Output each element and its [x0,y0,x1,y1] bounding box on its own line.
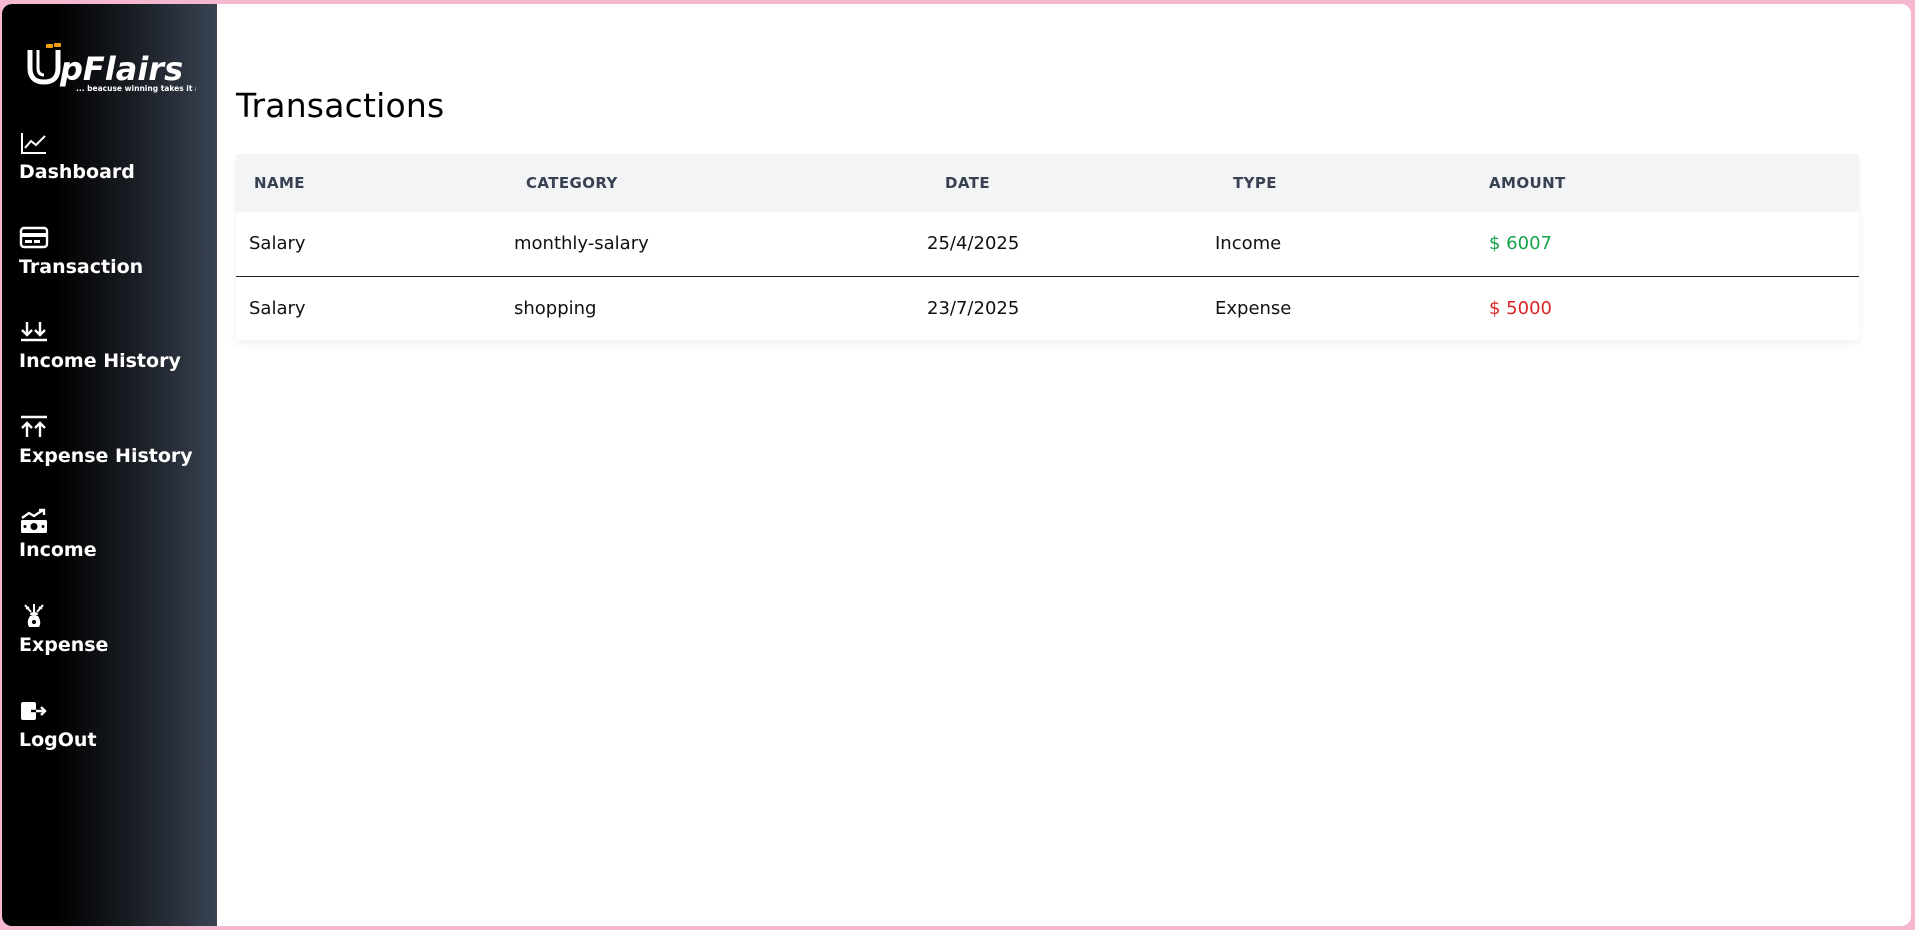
column-header-date: DATE [945,174,990,192]
sidebar-item-label: Income History [19,350,181,372]
cell-amount: $ 5000 [1489,297,1552,319]
svg-text:pFlairs: pFlairs [59,50,183,88]
sidebar-item-transaction[interactable]: Transaction [19,225,143,279]
app-window: pFlairs ... beacuse winning takes it all… [2,4,1911,926]
sidebar-item-label: Dashboard [19,161,135,183]
cell-type: Income [1215,212,1489,277]
money-bag-icon [19,603,49,629]
sidebar-item-label: Expense History [19,445,193,467]
arrows-up-icon [19,414,49,440]
sidebar: pFlairs ... beacuse winning takes it all… [2,4,217,926]
arrows-down-icon [19,319,49,345]
table-body: Salary monthly-salary 25/4/2025 Income $… [236,212,1859,340]
sidebar-item-label: Expense [19,634,109,656]
transactions-table: NAME CATEGORY DATE TYPE AMOUNT Salary mo… [236,154,1859,340]
column-header-name: NAME [254,174,305,192]
chart-line-icon [19,130,49,156]
cell-name: Salary [236,212,514,277]
money-growth-icon [19,508,49,534]
brand-logo[interactable]: pFlairs ... beacuse winning takes it all [26,40,205,96]
sidebar-item-label: Transaction [19,256,144,278]
cell-category: shopping [514,297,597,319]
transactions-table-container: NAME CATEGORY DATE TYPE AMOUNT Salary mo… [236,154,1859,340]
credit-card-icon [19,225,49,251]
sidebar-item-expense-history[interactable]: Expense History [19,414,193,468]
cell-name: Salary [249,297,306,319]
sidebar-item-logout[interactable]: LogOut [19,698,97,752]
main-content: Transactions NAME CATEGORY DATE TYPE AMO… [217,4,1911,926]
cell-category: monthly-salary [514,212,927,277]
column-header-amount: AMOUNT [1489,174,1566,192]
sidebar-item-label: Income [19,539,97,561]
sidebar-item-income[interactable]: Income [19,508,97,562]
upflairs-logo-icon: pFlairs ... beacuse winning takes it all [27,43,205,93]
table-row[interactable]: Salary shopping 23/7/2025 Expense $ 5000 [236,276,1859,340]
sidebar-item-income-history[interactable]: Income History [19,319,181,373]
column-header-type: TYPE [1233,174,1277,192]
cell-type: Expense [1215,297,1292,319]
sidebar-item-label: LogOut [19,729,97,751]
sidebar-item-expense[interactable]: Expense [19,603,108,657]
table-row[interactable]: Salary monthly-salary 25/4/2025 Income $… [236,212,1859,277]
cell-date: 23/7/2025 [927,297,1020,319]
column-header-category: CATEGORY [526,174,618,192]
cell-date: 25/4/2025 [927,212,1215,277]
table-header: NAME CATEGORY DATE TYPE AMOUNT [236,154,1859,212]
cell-amount: $ 6007 [1489,212,1859,277]
table-header-row: NAME CATEGORY DATE TYPE AMOUNT [236,154,1859,212]
page-title: Transactions [236,86,445,125]
sidebar-item-dashboard[interactable]: Dashboard [19,130,135,184]
logout-icon [19,698,49,724]
svg-text:... beacuse winning takes it a: ... beacuse winning takes it all [76,84,196,93]
